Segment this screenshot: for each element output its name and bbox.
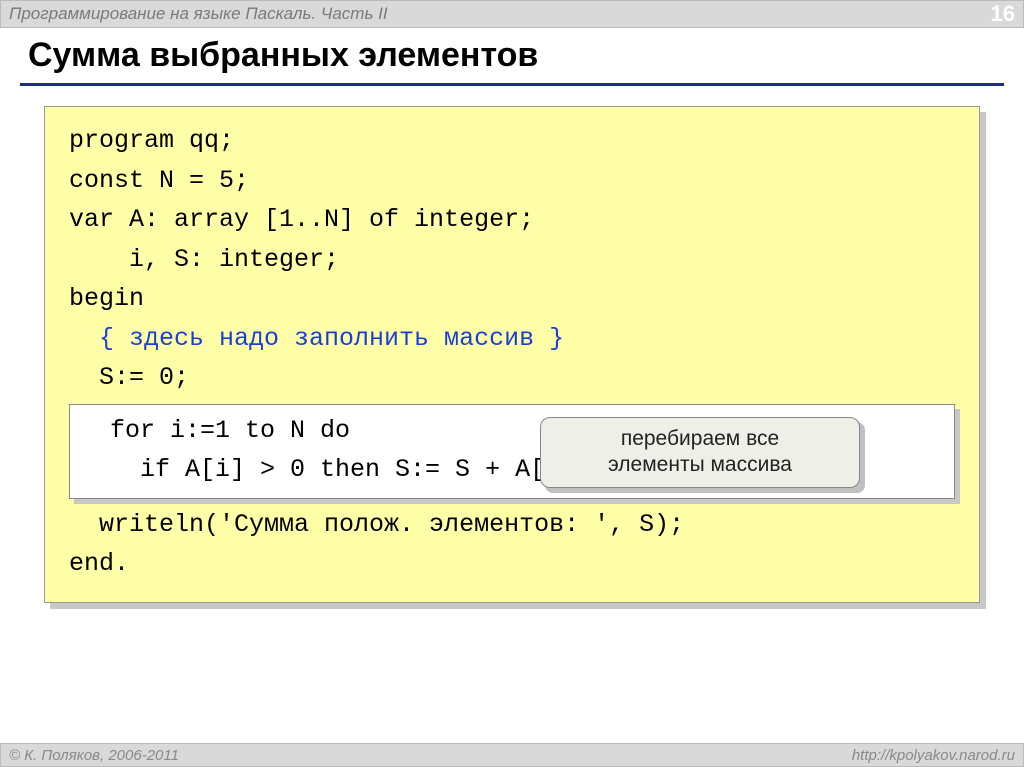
footer-left: © К. Поляков, 2006-2011 bbox=[9, 747, 179, 764]
slide-title: Сумма выбранных элементов bbox=[28, 36, 996, 75]
footer-right: http://kpolyakov.narod.ru bbox=[852, 747, 1015, 764]
code-line: S:= 0; bbox=[69, 358, 955, 398]
header-title: Программирование на языке Паскаль. Часть… bbox=[9, 4, 388, 24]
title-underline bbox=[20, 83, 1004, 86]
code-line: program qq; bbox=[69, 121, 955, 161]
footer-bar: © К. Поляков, 2006-2011 http://kpolyakov… bbox=[0, 743, 1024, 767]
title-section: Сумма выбранных элементов bbox=[0, 28, 1024, 79]
code-line: var A: array [1..N] of integer; bbox=[69, 200, 955, 240]
code-comment: { здесь надо заполнить массив } bbox=[69, 319, 955, 359]
code-line: i, S: integer; bbox=[69, 240, 955, 280]
page-number: 16 bbox=[991, 1, 1015, 27]
callout-wrap: перебираем все элементы массива bbox=[540, 417, 860, 488]
code-line: end. bbox=[69, 544, 955, 584]
callout-line: перебираем все bbox=[561, 426, 839, 452]
code-line: writeln('Сумма полож. элементов: ', S); bbox=[69, 505, 955, 545]
callout-line: элементы массива bbox=[561, 452, 839, 478]
callout-box: перебираем все элементы массива bbox=[540, 417, 860, 488]
code-line: const N = 5; bbox=[69, 161, 955, 201]
code-box-wrap: program qq; const N = 5; var A: array [1… bbox=[44, 106, 980, 603]
code-box: program qq; const N = 5; var A: array [1… bbox=[44, 106, 980, 603]
header-bar: Программирование на языке Паскаль. Часть… bbox=[0, 0, 1024, 28]
code-line: begin bbox=[69, 279, 955, 319]
